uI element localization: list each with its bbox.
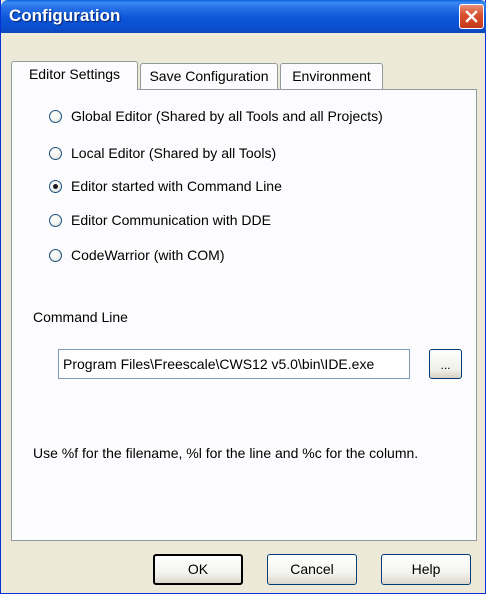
radio-button[interactable] [49, 146, 62, 160]
radio-label: Global Editor (Shared by all Tools and a… [71, 108, 383, 124]
panel-content: Global Editor (Shared by all Tools and a… [1, 0, 486, 594]
radio-button[interactable] [49, 109, 62, 123]
radio-command-line-editor[interactable]: Editor started with Command Line [49, 176, 282, 196]
radio-label: Local Editor (Shared by all Tools) [71, 145, 277, 161]
radio-button-selected[interactable] [49, 179, 62, 193]
configuration-dialog: Configuration Editor Settings Save Confi… [0, 0, 486, 594]
command-line-label: Command Line [33, 309, 128, 325]
radio-dde-editor[interactable]: Editor Communication with DDE [49, 210, 271, 230]
radio-label: Editor started with Command Line [71, 178, 282, 194]
radio-button[interactable] [49, 213, 62, 227]
command-line-input[interactable]: Program Files\Freescale\CWS12 v5.0\bin\I… [58, 349, 410, 379]
radio-label: CodeWarrior (with COM) [71, 247, 225, 263]
radio-button[interactable] [49, 248, 62, 262]
radio-label: Editor Communication with DDE [71, 212, 271, 228]
browse-button[interactable]: ... [429, 349, 462, 379]
radio-local-editor[interactable]: Local Editor (Shared by all Tools) [49, 143, 276, 163]
radio-codewarrior-com[interactable]: CodeWarrior (with COM) [49, 245, 225, 265]
command-line-hint: Use %f for the filename, %l for the line… [33, 445, 419, 461]
radio-global-editor[interactable]: Global Editor (Shared by all Tools and a… [49, 106, 383, 126]
